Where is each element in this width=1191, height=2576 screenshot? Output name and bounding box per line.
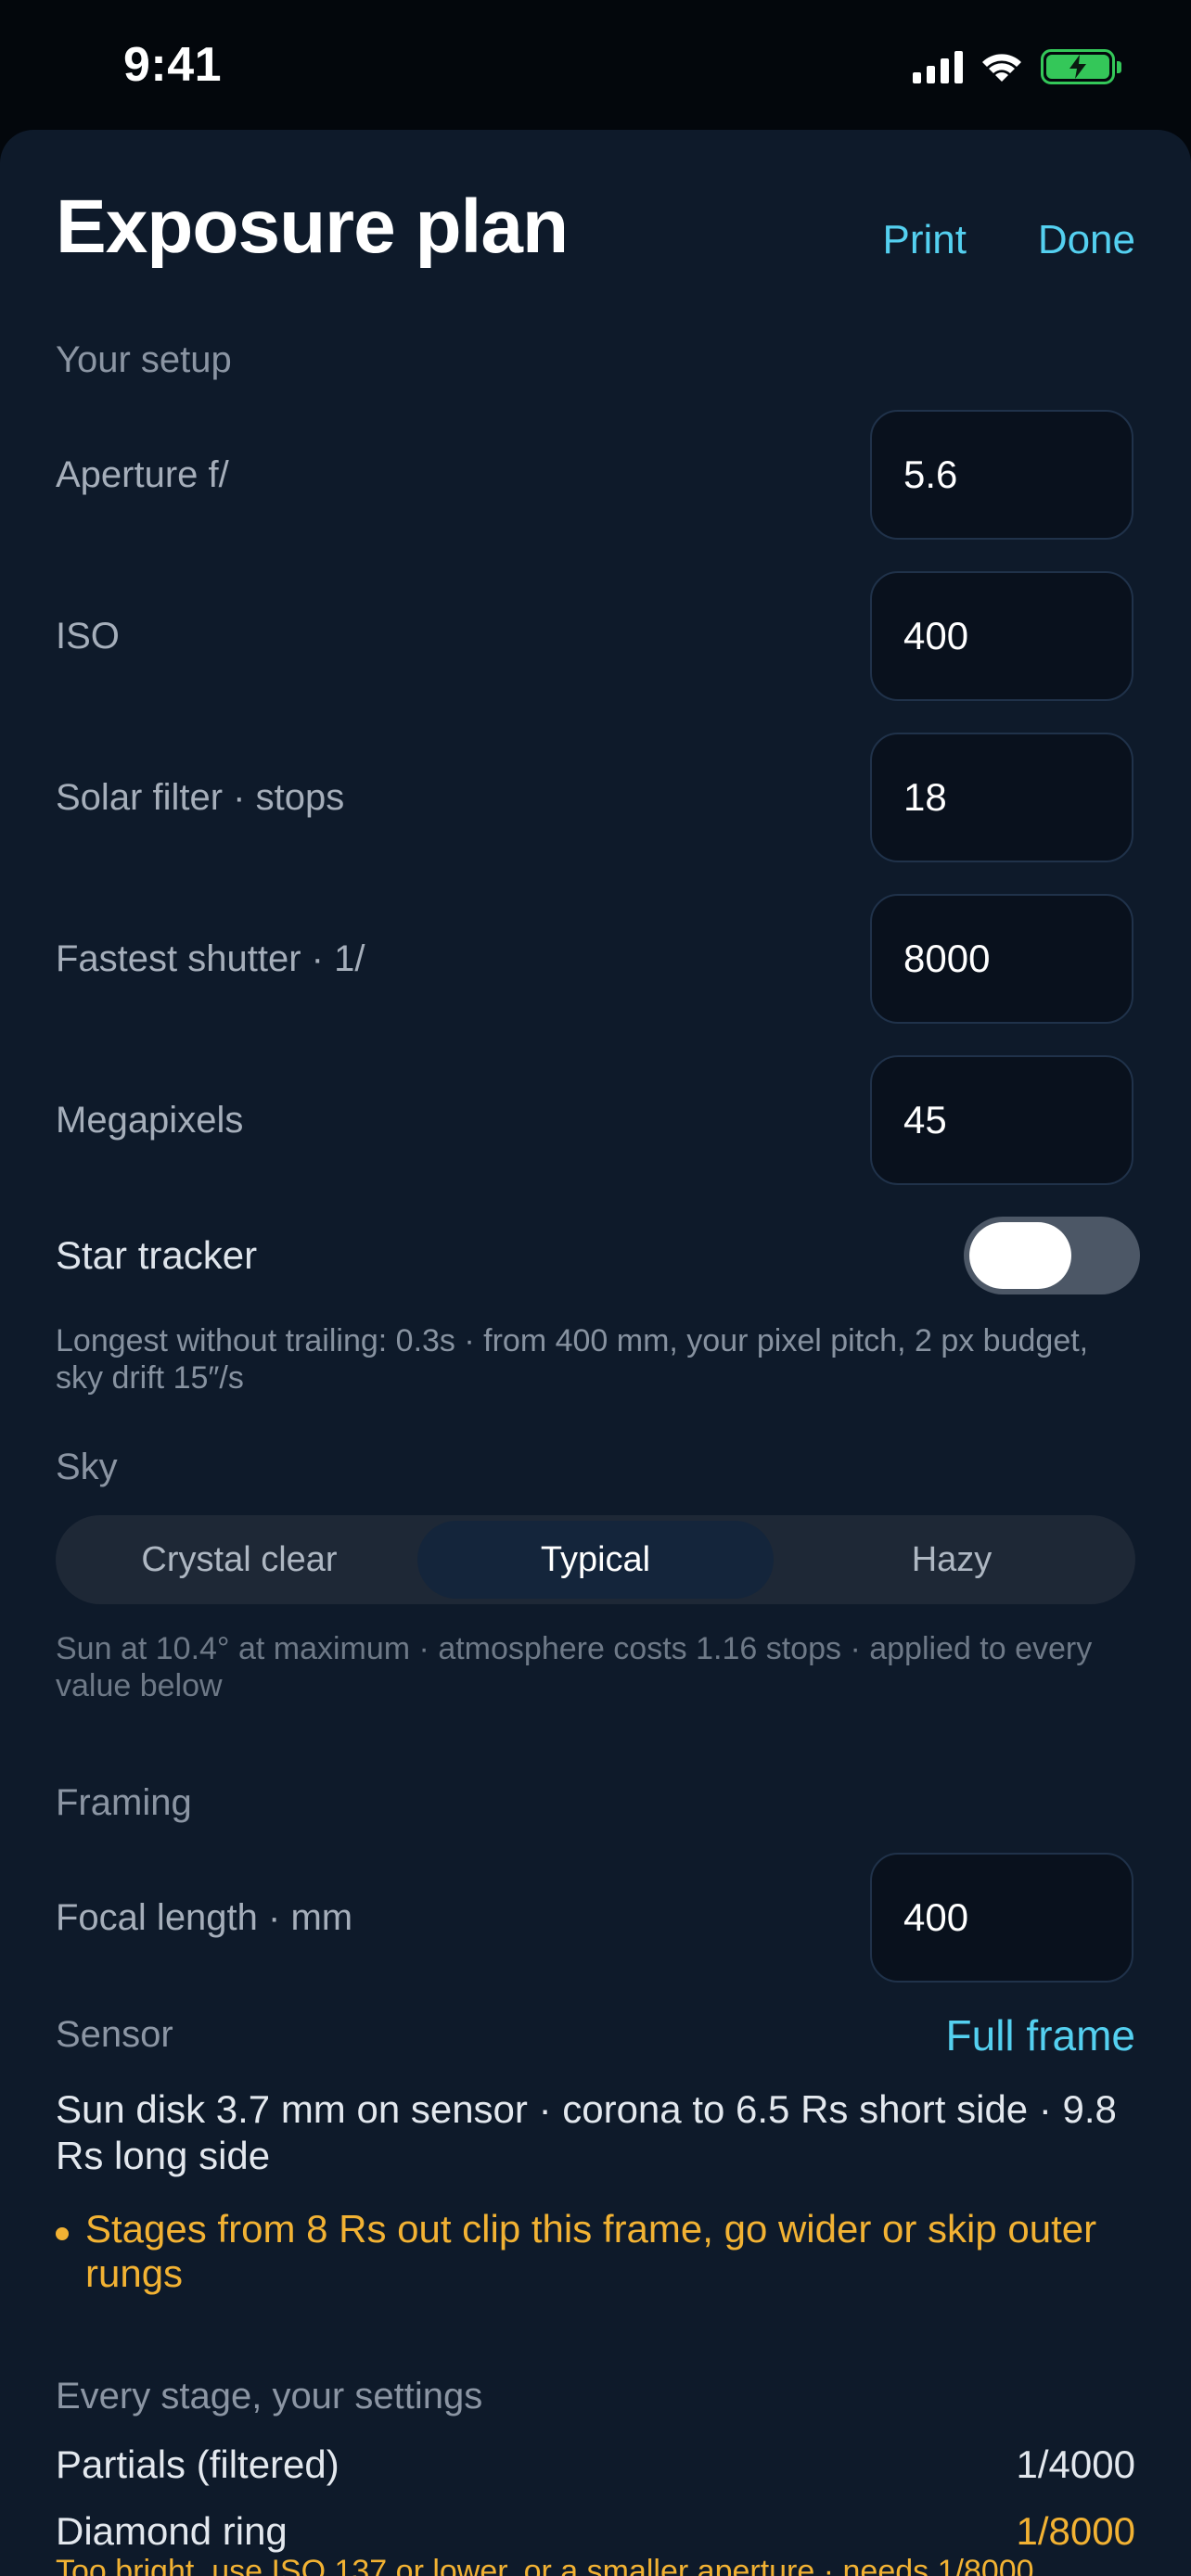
battery-charging-icon: [1041, 49, 1121, 84]
megapixels-label: Megapixels: [56, 1100, 244, 1141]
sky-note: Sun at 10.4° at maximum · atmosphere cos…: [56, 1631, 1093, 1703]
star-tracker-label: Star tracker: [56, 1233, 258, 1277]
stage-row[interactable]: Diamond ring 1/8000: [56, 2509, 1135, 2554]
tracker-note: Longest without trailing: 0.3s · from 40…: [56, 1323, 1089, 1396]
done-button[interactable]: Done: [1038, 217, 1135, 263]
focal-length-input[interactable]: 400: [870, 1853, 1133, 1983]
toggle-knob: [969, 1222, 1071, 1289]
framing-warning-text: Stages from 8 Rs out clip this frame, go…: [85, 2207, 1097, 2295]
sensor-picker[interactable]: Full frame: [946, 2010, 1135, 2060]
sky-option-typical[interactable]: Typical: [417, 1521, 774, 1599]
sensor-label: Sensor: [56, 2014, 173, 2055]
framing-section-label: Framing: [56, 1782, 192, 1823]
page-title: Exposure plan: [56, 185, 569, 269]
aperture-label: Aperture f/: [56, 454, 229, 495]
framing-warning: Stages from 8 Rs out clip this frame, go…: [56, 2207, 1141, 2296]
wifi-icon: [980, 50, 1024, 83]
focal-length-label: Focal length · mm: [56, 1897, 353, 1938]
solar-filter-input[interactable]: 18: [870, 733, 1133, 862]
aperture-input[interactable]: 5.6: [870, 410, 1133, 540]
status-icons: [913, 48, 1121, 85]
stage-name: Partials (filtered): [56, 2442, 339, 2486]
cellular-signal-icon: [913, 50, 963, 83]
status-time: 9:41: [123, 38, 223, 92]
megapixels-input[interactable]: 45: [870, 1055, 1133, 1185]
stage-name: Diamond ring: [56, 2509, 288, 2553]
stage-shutter-value: 1/8000: [1016, 2509, 1135, 2553]
stage-row[interactable]: Partials (filtered) 1/4000: [56, 2442, 1135, 2487]
sky-segmented-control: Crystal clear Typical Hazy: [56, 1515, 1135, 1604]
sky-option-hazy[interactable]: Hazy: [774, 1521, 1130, 1599]
framing-summary: Sun disk 3.7 mm on sensor · corona to 6.…: [56, 2087, 1117, 2177]
solar-filter-label: Solar filter · stops: [56, 777, 345, 818]
print-button[interactable]: Print: [883, 217, 967, 263]
fastest-shutter-label: Fastest shutter · 1/: [56, 938, 365, 979]
fastest-shutter-input[interactable]: 8000: [870, 894, 1133, 1024]
setup-section-label: Your setup: [56, 339, 232, 380]
stages-section-label: Every stage, your settings: [56, 2376, 483, 2417]
stage-warning: Too bright, use ISO 137 or lower, or a s…: [56, 2554, 1034, 2576]
warning-dot-icon: [56, 2227, 69, 2240]
sky-option-crystal-clear[interactable]: Crystal clear: [61, 1521, 417, 1599]
stage-shutter-value: 1/4000: [1016, 2442, 1135, 2486]
exposure-plan-sheet: Exposure plan Print Done Your setup Aper…: [0, 130, 1191, 2576]
status-bar: 9:41: [0, 0, 1191, 130]
iso-input[interactable]: 400: [870, 571, 1133, 701]
iso-label: ISO: [56, 616, 120, 657]
sky-section-label: Sky: [56, 1447, 118, 1487]
star-tracker-toggle[interactable]: [964, 1217, 1140, 1294]
